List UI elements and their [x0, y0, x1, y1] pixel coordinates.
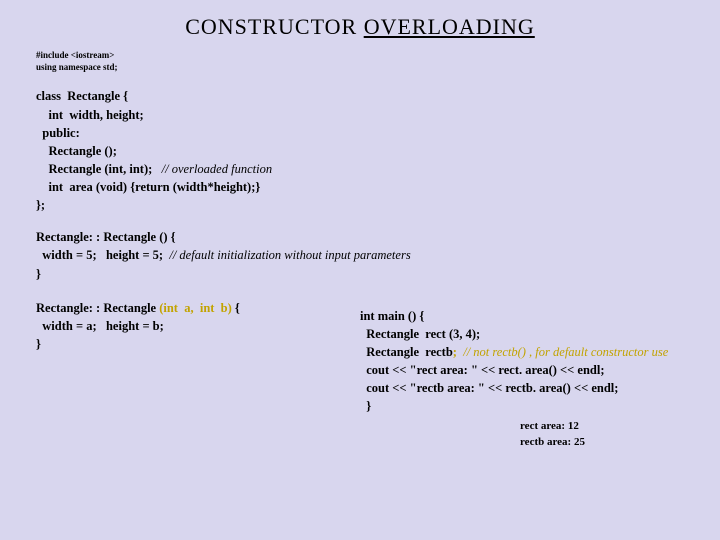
include-line: using namespace std; [36, 62, 684, 74]
code-line: }; [36, 198, 45, 212]
code-highlight: ; [453, 345, 463, 359]
code-line: } [36, 337, 41, 351]
code-line: Rectangle rect (3, 4); [360, 327, 480, 341]
code-line: { [232, 301, 240, 315]
include-line: #include <iostream> [36, 50, 684, 62]
col-right: int main () { Rectangle rect (3, 4); Rec… [360, 299, 684, 451]
main-block: int main () { Rectangle rect (3, 4); Rec… [360, 307, 684, 416]
code-line: Rectangle rectb [360, 345, 453, 359]
output-line: rectb area: 25 [520, 435, 684, 450]
code-highlight: (int a, int b) [159, 301, 232, 315]
code-comment-highlight: // not rectb() , for default constructor… [463, 345, 668, 359]
code-line: Rectangle (); [36, 144, 117, 158]
slide: CONSTRUCTOR OVERLOADING #include <iostre… [0, 0, 720, 540]
columns: Rectangle: : Rectangle (int a, int b) { … [36, 299, 684, 451]
code-line: Rectangle: : Rectangle [36, 301, 159, 315]
code-line: cout << "rect area: " << rect. area() <<… [360, 363, 605, 377]
code-line: class Rectangle { [36, 89, 128, 103]
ctor-param-block: Rectangle: : Rectangle (int a, int b) { … [36, 299, 336, 353]
output-block: rect area: 12 rectb area: 25 [520, 419, 684, 450]
title-underlined: OVERLOADING [364, 14, 535, 39]
code-line: } [36, 267, 41, 281]
code-comment: // overloaded function [162, 162, 272, 176]
code-line: width = a; height = b; [36, 319, 164, 333]
code-line: public: [36, 126, 80, 140]
code-line: int width, height; [36, 108, 144, 122]
include-block: #include <iostream> using namespace std; [36, 50, 684, 73]
code-line: int main () { [360, 309, 424, 323]
col-left: Rectangle: : Rectangle (int a, int b) { … [36, 299, 336, 451]
code-line: cout << "rectb area: " << rectb. area() … [360, 381, 618, 395]
code-line: Rectangle: : Rectangle () { [36, 230, 176, 244]
code-line: width = 5; height = 5; [36, 248, 169, 262]
output-line: rect area: 12 [520, 419, 684, 434]
code-comment: // default initialization without input … [169, 248, 410, 262]
slide-title: CONSTRUCTOR OVERLOADING [36, 14, 684, 40]
title-first: CONSTRUCTOR [185, 14, 363, 39]
class-def-block: class Rectangle { int width, height; pub… [36, 87, 684, 214]
ctor-default-block: Rectangle: : Rectangle () { width = 5; h… [36, 228, 684, 282]
code-line: Rectangle (int, int); [36, 162, 162, 176]
code-line: int area (void) {return (width*height);} [36, 180, 260, 194]
code-line: } [360, 399, 371, 413]
